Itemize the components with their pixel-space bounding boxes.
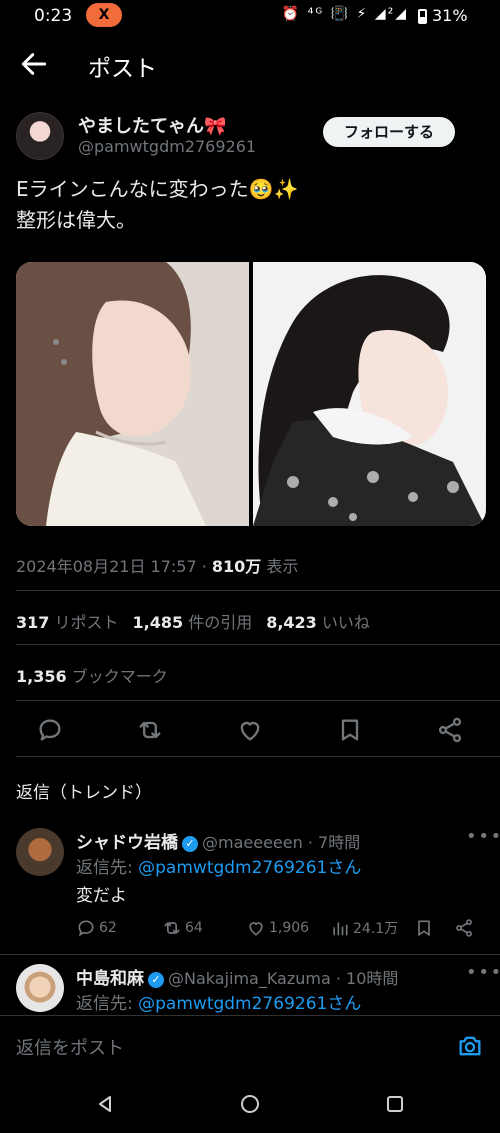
- share-icon[interactable]: [436, 716, 464, 744]
- reply-to-label: 返信先:: [76, 994, 139, 1014]
- reply-views-button[interactable]: 24.1万: [330, 918, 398, 938]
- divider: [16, 644, 500, 645]
- reply-like-count: 1,906: [269, 920, 310, 936]
- quote-count[interactable]: 1,485: [133, 613, 184, 632]
- status-time: 0:23: [34, 6, 73, 26]
- reply-compose-bar[interactable]: 返信をポスト: [0, 1015, 500, 1075]
- follow-button[interactable]: フォローする: [323, 117, 455, 147]
- reply-reply-count: 62: [99, 920, 117, 936]
- share-icon[interactable]: [454, 918, 474, 938]
- post-text-line-1: Eラインこんなに変わった🥹✨: [16, 177, 299, 201]
- reply-icon: [78, 920, 94, 937]
- like-icon[interactable]: [236, 716, 264, 744]
- view-label: 表示: [261, 557, 299, 576]
- post-action-bar: [0, 710, 500, 750]
- top-header: ポスト: [0, 36, 500, 92]
- status-bar: 0:23 X ⏰ ⁴ᴳ 📳 ⚡ ◢²◢ 31%: [0, 0, 500, 32]
- reply-to-label: 返信先:: [76, 858, 139, 878]
- bookmark-icon[interactable]: [414, 918, 434, 938]
- author-handle[interactable]: @pamwtgdm2769261: [78, 137, 256, 156]
- views-icon: [333, 922, 348, 936]
- battery-percent: 31%: [432, 6, 468, 25]
- verified-icon: ✓: [148, 972, 164, 988]
- divider: [16, 700, 500, 701]
- reply-author[interactable]: 中島和麻 ✓ @Nakajima_Kazuma · 10時間: [76, 964, 398, 989]
- bookmark-stats[interactable]: 1,356 ブックマーク: [16, 663, 168, 687]
- reply-author-name: 中島和麻: [76, 969, 144, 989]
- author-name[interactable]: やましたてゃん🎀: [78, 112, 226, 138]
- reply-to-link[interactable]: @pamwtgdm2769261さん: [138, 858, 361, 878]
- reply-to-line: 返信先: @pamwtgdm2769261さん: [76, 853, 361, 878]
- post-date: 2024年08月21日 17:57 ·: [16, 557, 212, 576]
- status-icons: ⏰ ⁴ᴳ 📳 ⚡ ◢²◢: [281, 6, 408, 22]
- reply-action-bar: 62 64 1,906 24.1万: [76, 916, 490, 942]
- divider: [0, 954, 500, 955]
- reply-like-button[interactable]: 1,906: [246, 918, 309, 938]
- reply-avatar[interactable]: [16, 828, 64, 876]
- post-media[interactable]: [16, 262, 486, 526]
- nav-recents-icon[interactable]: [384, 1093, 406, 1115]
- replies-section-title[interactable]: 返信（トレンド）: [16, 778, 152, 803]
- verified-icon: ✓: [182, 836, 198, 852]
- page-title: ポスト: [88, 56, 157, 82]
- post-stats: 317 リポスト 1,485 件の引用 8,423 いいね: [16, 609, 370, 633]
- reply-text: 変だよ: [76, 886, 127, 906]
- reply-to-link[interactable]: @pamwtgdm2769261さん: [138, 994, 361, 1014]
- repost-count[interactable]: 317: [16, 613, 49, 632]
- reply-avatar[interactable]: [16, 964, 64, 1012]
- reply-reply-button[interactable]: 62: [76, 918, 117, 938]
- battery-icon: [418, 9, 427, 24]
- divider: [16, 756, 500, 757]
- reply-view-count: 24.1万: [353, 921, 399, 937]
- quote-label[interactable]: 件の引用: [183, 613, 252, 632]
- post-image-1[interactable]: [16, 262, 249, 526]
- author-avatar[interactable]: [16, 112, 64, 160]
- bookmark-label: ブックマーク: [66, 667, 168, 686]
- bookmark-icon[interactable]: [336, 716, 364, 744]
- post-text: Eラインこんなに変わった🥹✨ 整形は偉大。: [16, 174, 298, 236]
- nav-home-icon[interactable]: [239, 1093, 261, 1115]
- more-icon[interactable]: • • •: [466, 826, 500, 847]
- like-label[interactable]: いいね: [317, 613, 370, 632]
- camera-icon[interactable]: [456, 1032, 484, 1060]
- repost-icon: [164, 922, 180, 934]
- repost-icon[interactable]: [136, 716, 164, 744]
- reply-handle: @Nakajima_Kazuma · 10時間: [168, 969, 399, 988]
- repost-label[interactable]: リポスト: [49, 613, 118, 632]
- post-image-2[interactable]: [253, 262, 486, 526]
- bookmark-count: 1,356: [16, 667, 67, 686]
- reply-to-line: 返信先: @pamwtgdm2769261さん: [76, 989, 361, 1014]
- view-count: 810万: [211, 557, 262, 576]
- reply-repost-button[interactable]: 64: [162, 918, 203, 938]
- like-count[interactable]: 8,423: [266, 613, 317, 632]
- reply-repost-count: 64: [185, 920, 203, 936]
- more-icon[interactable]: • • •: [466, 962, 500, 983]
- post-meta: 2024年08月21日 17:57 · 810万 表示: [16, 553, 298, 577]
- post-text-line-2: 整形は偉大。: [16, 208, 136, 232]
- system-nav-bar: [0, 1075, 500, 1133]
- reply-author[interactable]: シャドウ岩橋 ✓ @maeeeeen · 7時間: [76, 828, 360, 853]
- divider: [16, 590, 500, 591]
- reply-handle: @maeeeeen · 7時間: [202, 833, 361, 852]
- like-icon: [249, 922, 263, 936]
- nav-back-icon[interactable]: [94, 1093, 116, 1115]
- reply-input-placeholder[interactable]: 返信をポスト: [16, 1034, 124, 1060]
- reply-icon[interactable]: [36, 716, 64, 744]
- reply-author-name: シャドウ岩橋: [76, 833, 178, 853]
- back-arrow-icon[interactable]: [18, 48, 50, 80]
- x-app-badge: X: [86, 3, 122, 27]
